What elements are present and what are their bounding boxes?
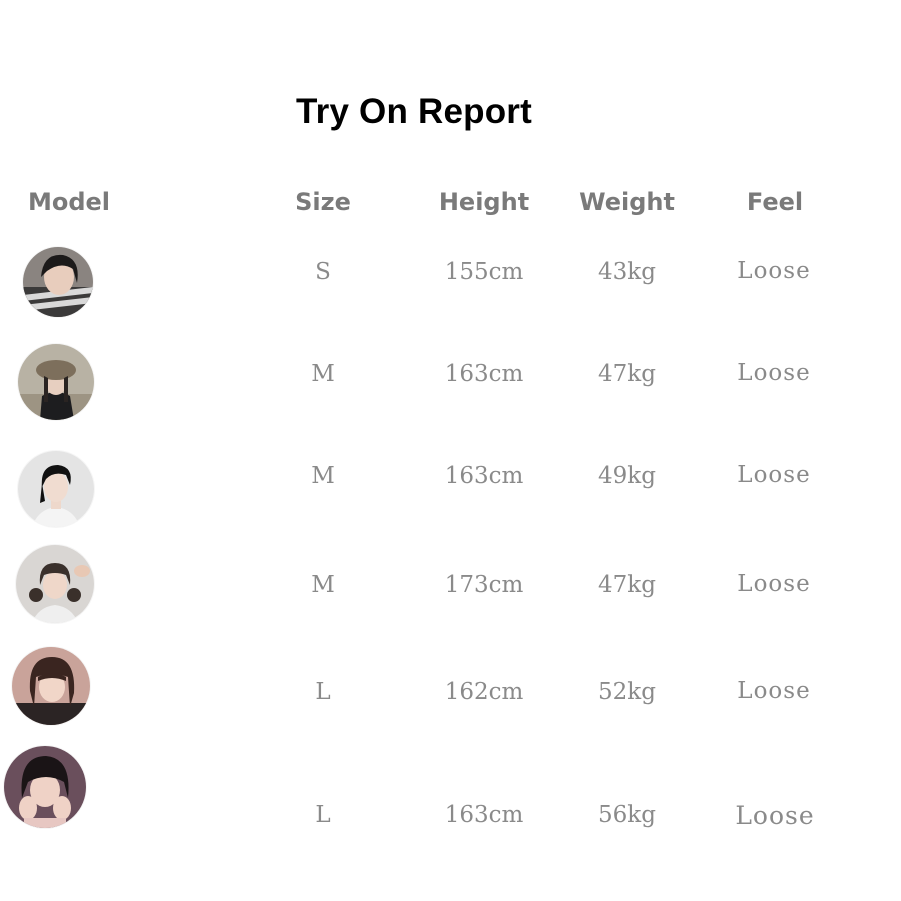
model-avatar [18, 344, 94, 420]
model-photo-2-icon [18, 344, 94, 420]
height-value: 163cm [444, 802, 524, 828]
column-header-feel: Feel [746, 188, 804, 216]
feel-value: Loose [737, 571, 811, 597]
weight-value: 47kg [598, 361, 656, 387]
height-value: 163cm [444, 463, 524, 489]
column-header-model: Model [27, 188, 111, 216]
page-title: Try On Report [296, 92, 532, 131]
weight-value: 43kg [598, 259, 656, 285]
model-photo-5-icon [12, 647, 90, 725]
model-photo-4-icon [16, 545, 94, 623]
feel-value: Loose [737, 258, 811, 284]
feel-value: Loose [735, 801, 815, 830]
weight-value: 52kg [598, 679, 656, 705]
column-header-height: Height [438, 188, 530, 216]
height-value: 155cm [444, 259, 524, 285]
model-avatar [12, 647, 90, 725]
feel-value: Loose [737, 360, 811, 386]
size-value: M [311, 361, 335, 387]
size-value: M [311, 463, 335, 489]
weight-value: 49kg [598, 463, 656, 489]
height-value: 163cm [444, 361, 524, 387]
feel-value: Loose [737, 678, 811, 704]
weight-value: 56kg [598, 802, 656, 828]
size-value: L [315, 802, 331, 828]
height-value: 173cm [444, 572, 524, 598]
model-avatar [23, 247, 93, 317]
column-header-size: Size [295, 188, 351, 216]
model-photo-3-icon [18, 451, 94, 527]
column-header-weight: Weight [579, 188, 675, 216]
feel-value: Loose [737, 462, 811, 488]
size-value: L [315, 679, 331, 705]
model-avatar [18, 451, 94, 527]
size-value: S [315, 259, 331, 285]
weight-value: 47kg [598, 572, 656, 598]
size-value: M [311, 572, 335, 598]
model-avatar [16, 545, 94, 623]
model-photo-6-icon [4, 746, 86, 828]
model-avatar [4, 746, 86, 828]
height-value: 162cm [444, 679, 524, 705]
model-photo-1-icon [23, 247, 93, 317]
